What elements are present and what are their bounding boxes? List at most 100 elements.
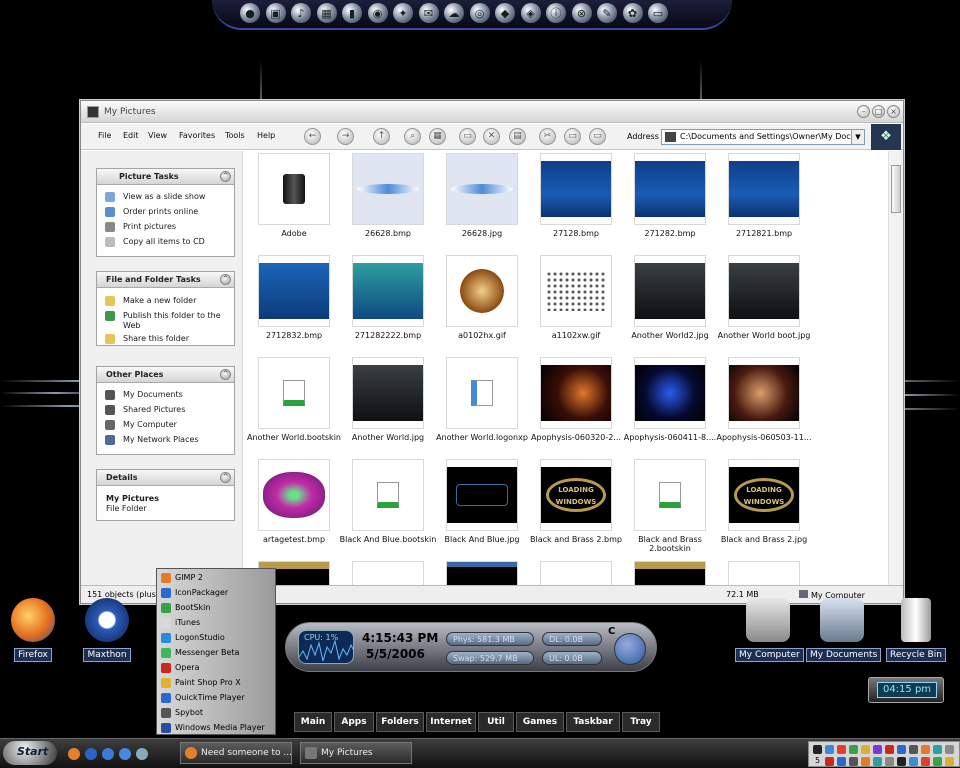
taskbar-button-firefox[interactable]: Need someone to ... xyxy=(180,742,292,764)
menu-item-iconpackager[interactable]: IconPackager xyxy=(159,586,273,600)
tab-internet[interactable]: Internet xyxy=(426,712,476,732)
file-item[interactable]: Apophysis-060503-11... xyxy=(716,357,812,455)
firefox-icon[interactable]: ◉ xyxy=(367,3,388,23)
menu-item-logonstudio[interactable]: LogonStudio xyxy=(159,631,273,645)
taskbar-button-my-pictures[interactable]: My Pictures xyxy=(300,742,412,764)
file-item[interactable]: Black and Brass 2.bootskin xyxy=(624,459,716,557)
maximize-button[interactable]: □ xyxy=(872,105,885,118)
file-item[interactable]: 26628.jpg xyxy=(436,153,528,251)
menu-item-quicktime-player[interactable]: QuickTime Player xyxy=(159,691,273,705)
file-item[interactable] xyxy=(718,561,810,585)
file-item[interactable]: a1102xw.gif xyxy=(530,255,622,353)
tray-icon[interactable] xyxy=(897,745,906,754)
print-icon[interactable]: ▤ xyxy=(509,128,526,145)
panel-header[interactable]: Picture Tasks ^ xyxy=(97,169,234,185)
minimize-button[interactable]: – xyxy=(857,105,870,118)
email-icon[interactable]: ✉ xyxy=(418,3,439,23)
chevron-up-icon[interactable]: ^ xyxy=(220,369,231,380)
paint-icon[interactable]: ✎ xyxy=(597,3,617,23)
file-item[interactable] xyxy=(624,561,716,585)
info-icon[interactable]: ⓘ xyxy=(546,3,566,23)
tray-icon[interactable] xyxy=(945,745,954,754)
address-field[interactable]: C:\Documents and Settings\Owner\My Docum… xyxy=(661,129,865,145)
tray-icon[interactable] xyxy=(861,757,870,766)
chevron-up-icon[interactable]: ^ xyxy=(220,274,231,285)
tray-icon[interactable] xyxy=(933,745,942,754)
file-item[interactable] xyxy=(342,561,434,585)
tray-icon[interactable] xyxy=(837,745,846,754)
gear-icon[interactable]: ✿ xyxy=(622,3,643,23)
file-item[interactable]: 26628.bmp xyxy=(342,153,434,251)
desktop-icon-recycle-bin[interactable]: Recycle Bin xyxy=(884,598,948,662)
tray-icon[interactable] xyxy=(837,757,846,766)
file-item[interactable]: Black And Blue.bootskin xyxy=(340,459,436,557)
panel-header[interactable]: File and Folder Tasks ^ xyxy=(97,272,234,288)
film-icon[interactable]: ▦ xyxy=(316,3,337,23)
search-icon[interactable]: ⌕ xyxy=(404,128,421,145)
desktop-icon-maxthon[interactable]: Maxthon xyxy=(77,598,137,662)
menu-item-bootskin[interactable]: BootSkin xyxy=(159,601,273,615)
tray-icon[interactable] xyxy=(849,745,858,754)
menu-item-opera[interactable]: Opera xyxy=(159,661,273,675)
explorer-icon[interactable] xyxy=(119,748,131,760)
tab-util[interactable]: Util xyxy=(478,712,514,732)
address-dropdown-icon[interactable]: ▼ xyxy=(851,129,865,145)
copy-icon[interactable]: ▭ xyxy=(564,128,581,145)
tab-games[interactable]: Games xyxy=(516,712,564,732)
chevron-up-icon[interactable]: ^ xyxy=(220,171,231,182)
desktop-icon-my-computer[interactable]: My Computer xyxy=(735,598,804,662)
menu-edit[interactable]: Edit xyxy=(123,131,139,140)
forward-icon[interactable]: → xyxy=(337,128,354,145)
globe-icon[interactable]: ● xyxy=(240,3,260,23)
file-item[interactable]: 2712821.bmp xyxy=(718,153,810,251)
tray-icon[interactable] xyxy=(873,757,882,766)
panel-header[interactable]: Other Places ^ xyxy=(97,367,234,383)
folders-icon[interactable]: ▭ xyxy=(459,128,476,145)
paste-icon[interactable]: ▭ xyxy=(589,128,606,145)
tray-icon[interactable] xyxy=(921,757,930,766)
tray-icon[interactable] xyxy=(885,745,894,754)
menu-favorites[interactable]: Favorites xyxy=(179,131,215,140)
ie-icon[interactable] xyxy=(85,748,97,760)
file-item[interactable]: 271282222.bmp xyxy=(342,255,434,353)
monitor-icon[interactable]: ▣ xyxy=(265,3,286,23)
tab-folders[interactable]: Folders xyxy=(376,712,424,732)
file-item[interactable] xyxy=(530,561,622,585)
weather-icon[interactable]: ☁ xyxy=(444,3,464,23)
tray-icon[interactable] xyxy=(813,745,822,754)
messenger-icon[interactable]: ✦ xyxy=(393,3,413,23)
file-item[interactable]: LOADING WINDOWS Black and Brass 2.bmp xyxy=(530,459,622,557)
file-item[interactable]: Black And Blue.jpg xyxy=(436,459,528,557)
file-item[interactable] xyxy=(436,561,528,585)
delete-icon[interactable]: ✕ xyxy=(483,128,500,145)
music-icon[interactable]: ♪ xyxy=(291,3,311,23)
picture-icon[interactable]: ▭ xyxy=(648,3,668,23)
cut-icon[interactable]: ✂ xyxy=(539,128,556,145)
app-icon[interactable]: ◈ xyxy=(520,3,541,23)
views-icon[interactable]: ▦ xyxy=(429,128,446,145)
browser-icon[interactable] xyxy=(102,748,114,760)
tray-icon[interactable] xyxy=(861,745,870,754)
menu-file[interactable]: File xyxy=(98,131,111,140)
file-item[interactable]: 271282.bmp xyxy=(624,153,716,251)
file-item[interactable]: Apophysis-060320-2... xyxy=(530,357,622,455)
menu-item-itunes[interactable]: iTunes xyxy=(159,616,273,630)
file-item[interactable]: Another World boot.jpg xyxy=(718,255,810,353)
desktop-icon[interactable] xyxy=(136,748,148,760)
desktop-icon-my-documents[interactable]: My Documents xyxy=(806,598,882,662)
menu-item-windows-media-player[interactable]: Windows Media Player xyxy=(159,721,273,735)
menu-tools[interactable]: Tools xyxy=(225,131,245,140)
file-item[interactable]: Another World.logonxp xyxy=(436,357,528,455)
tray-icon[interactable] xyxy=(885,757,894,766)
tray-icon[interactable] xyxy=(825,745,834,754)
start-button[interactable]: Start xyxy=(3,741,57,765)
file-item[interactable]: Apophysis-060411-8.... xyxy=(624,357,716,455)
file-item[interactable]: artagetest.bmp xyxy=(248,459,340,557)
close-button[interactable]: × xyxy=(887,105,900,118)
panel-header[interactable]: Details ^ xyxy=(97,470,234,486)
file-item[interactable]: Adobe xyxy=(248,153,340,251)
firefox-icon[interactable] xyxy=(68,748,80,760)
file-item[interactable]: 27128.bmp xyxy=(530,153,622,251)
file-item[interactable]: LOADING WINDOWS Black and Brass 2.jpg xyxy=(718,459,810,557)
scroll-thumb[interactable] xyxy=(891,165,901,213)
